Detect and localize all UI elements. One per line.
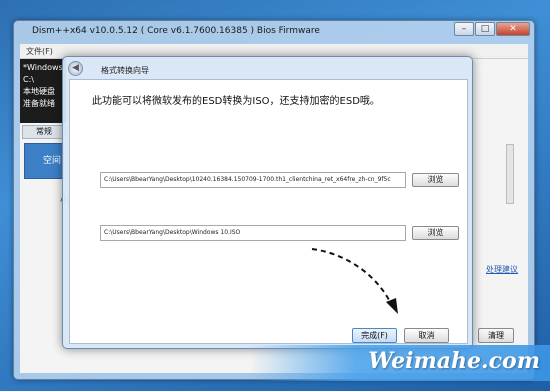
browse-source-button[interactable]: 浏览 [412,173,459,187]
wizard-content: 此功能可以将微软发布的ESD转换为ISO，还支持加密的ESD哦。 C:\User… [69,79,468,344]
tab-general[interactable]: 常规 [22,125,66,139]
sidebar-line-disk: 本地硬盘 [23,87,55,96]
watermark-text: Weimahe.com [368,348,540,374]
sidebar-line-status: 准备就绪 [23,99,55,108]
scrollbar[interactable] [506,144,514,204]
cleanup-button[interactable]: 清理 [478,328,514,343]
sidebar-line-os: *Windows [23,63,63,72]
window-controls: – □ ✕ [454,22,530,36]
source-path-input[interactable]: C:\Users\BbearYang\Desktop\10240.16384.1… [100,172,406,188]
image-sidebar[interactable]: *Windows C:\ 本地硬盘 准备就绪 [20,59,66,123]
sidebar-line-drive: C:\ [23,75,34,84]
suggestion-link[interactable]: 处理建议 [486,264,518,275]
back-arrow-icon[interactable]: ◀ [68,61,83,76]
close-button[interactable]: ✕ [496,22,530,36]
minimize-button[interactable]: – [454,22,474,36]
space-button[interactable]: 空间 [24,143,64,179]
cancel-button[interactable]: 取消 [404,328,449,343]
main-window-title: Dism++x64 v10.0.5.12 ( Core v6.1.7600.16… [32,26,320,36]
target-path-input[interactable]: C:\Users\BbearYang\Desktop\Windows 10.IS… [100,225,406,241]
finish-button[interactable]: 完成(F) [352,328,397,343]
menu-file[interactable]: 文件(F) [26,46,53,57]
maximize-button[interactable]: □ [475,22,495,36]
conversion-wizard-dialog: ◀ 格式转换向导 此功能可以将微软发布的ESD转换为ISO，还支持加密的ESD哦… [62,56,473,349]
wizard-title: 格式转换向导 [101,66,149,75]
wizard-heading: 此功能可以将微软发布的ESD转换为ISO，还支持加密的ESD哦。 [92,96,380,107]
browse-target-button[interactable]: 浏览 [412,226,459,240]
